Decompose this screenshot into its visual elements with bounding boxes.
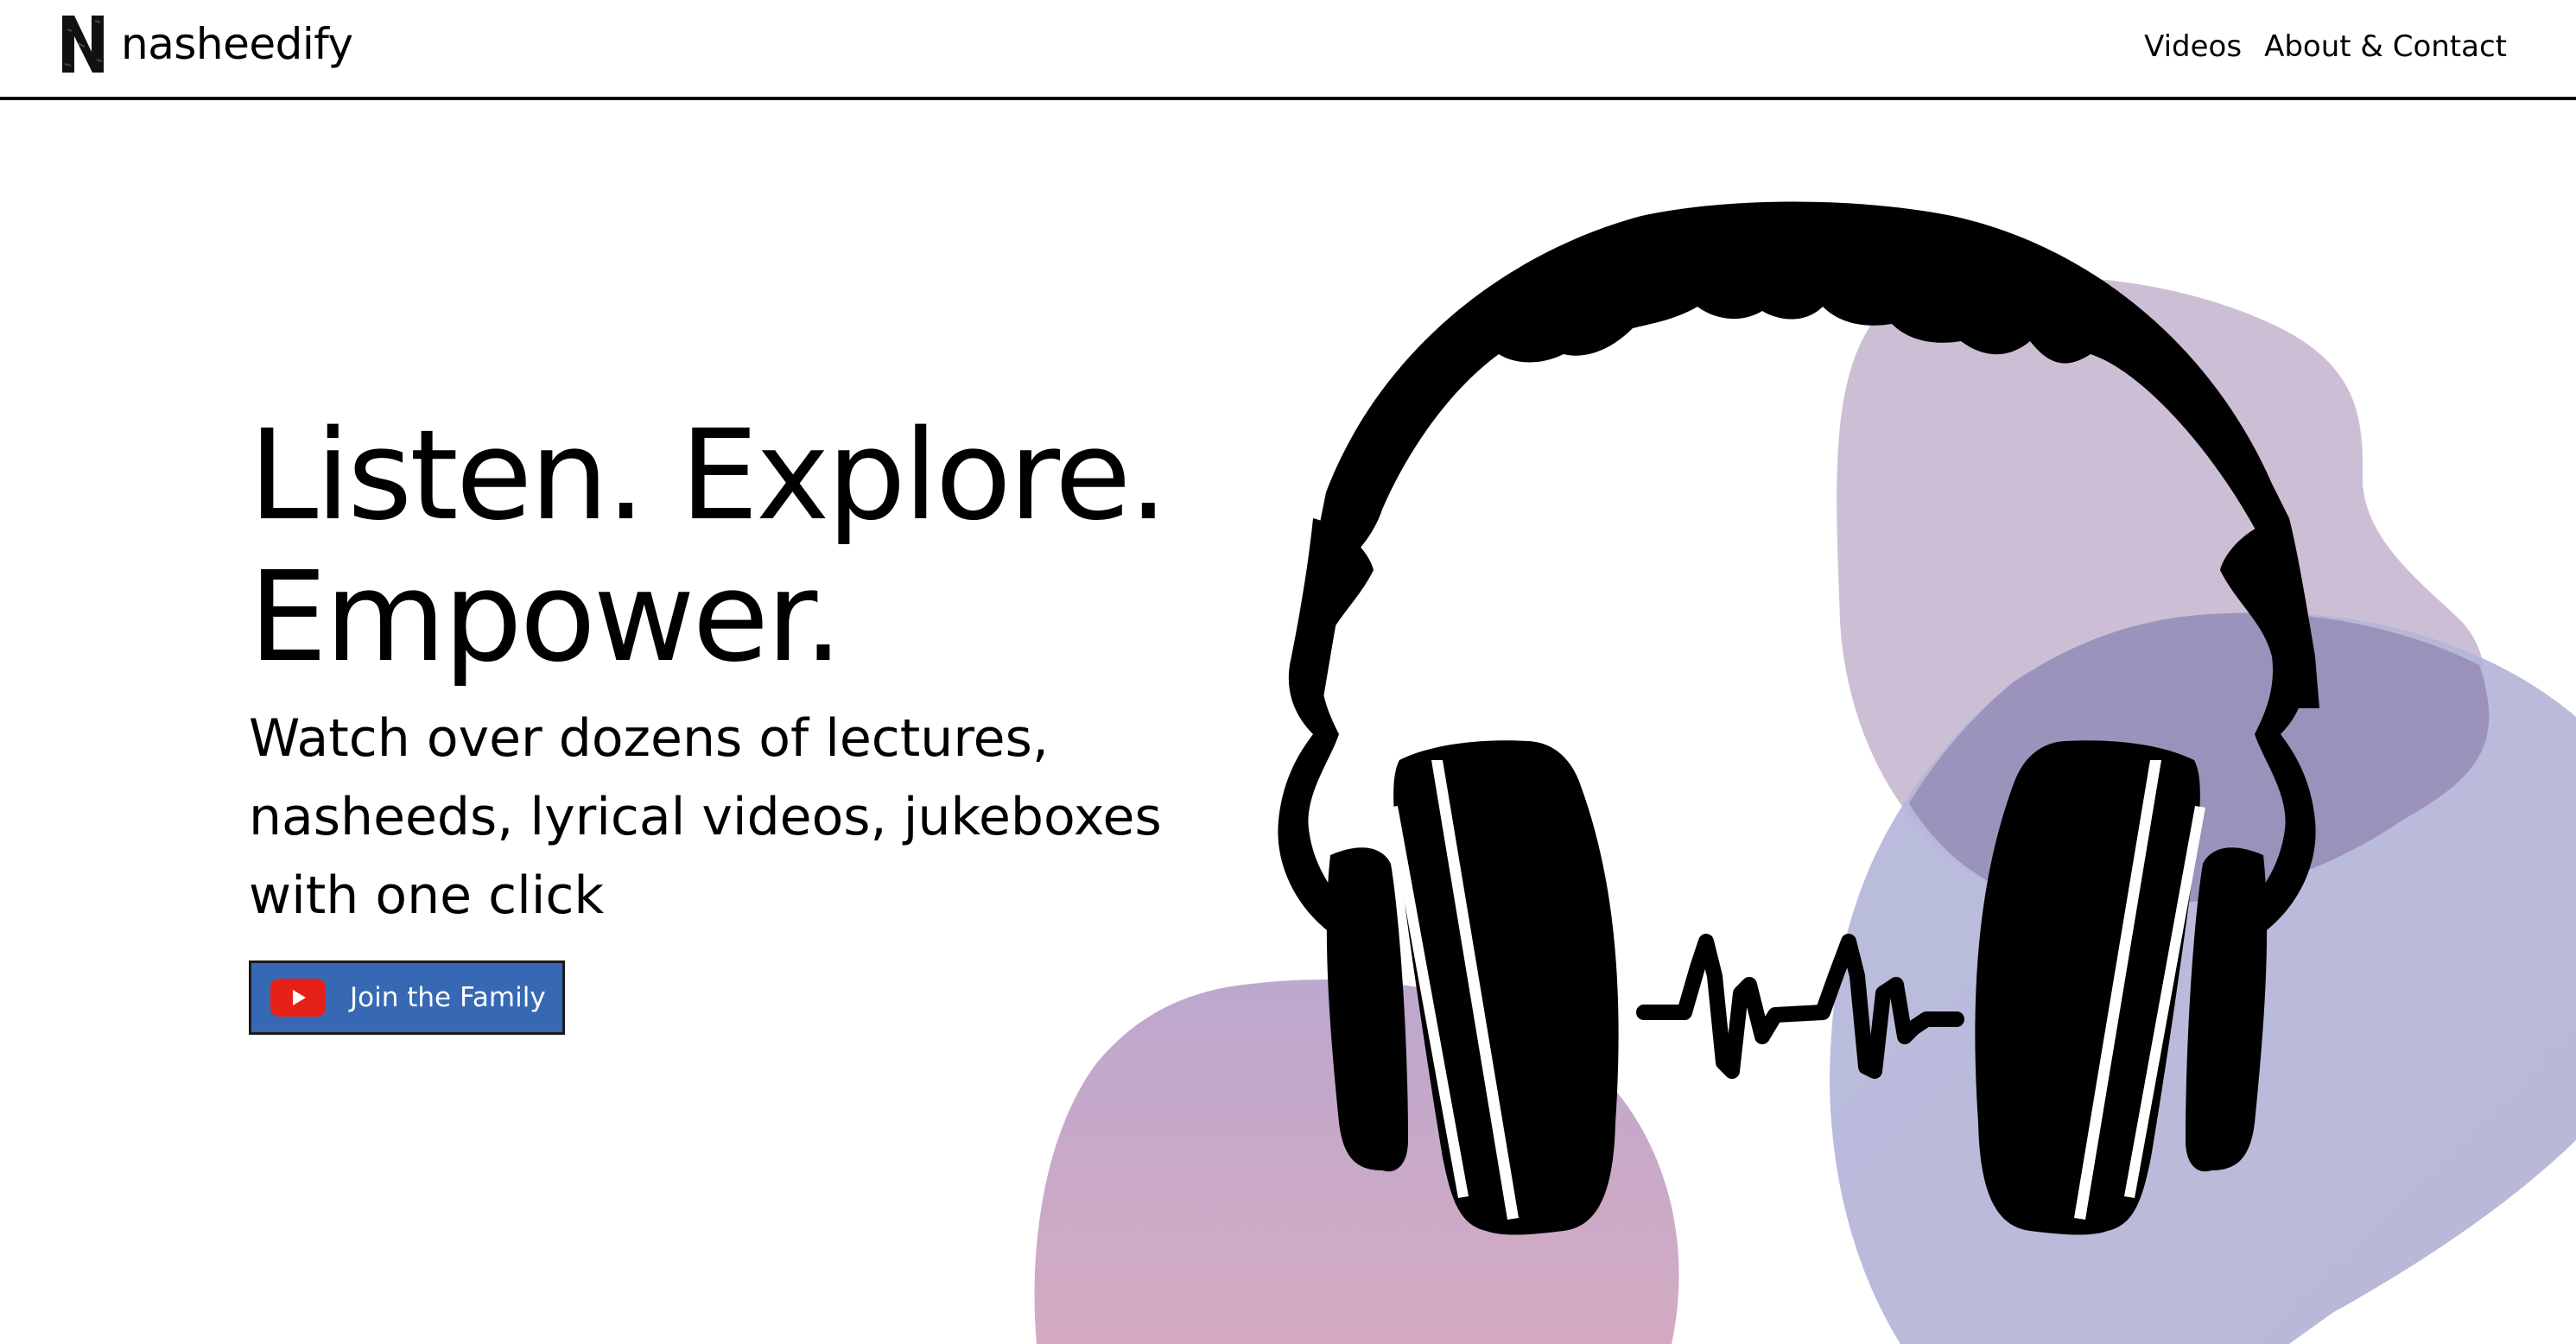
main-nav: Videos About & Contact — [2144, 22, 2507, 71]
hero-subtitle-line-3: with one click — [249, 865, 605, 926]
page: nasheedify Videos About & Contact Listen… — [0, 0, 2576, 1344]
hero-subtitle-line-1: Watch over dozens of lectures, — [249, 708, 1049, 769]
brand-logo-link[interactable]: nasheedify — [60, 12, 353, 76]
join-the-family-button[interactable]: Join the Family — [249, 960, 565, 1035]
nav-link-about-contact[interactable]: About & Contact — [2264, 29, 2507, 64]
hero-subtitle: Watch over dozens of lectures, nasheeds,… — [249, 700, 1242, 935]
hero-headline-line-1: Listen. Explore. — [249, 403, 1168, 548]
hero-headline-line-2: Empower. — [249, 544, 843, 689]
hero-headline: Listen. Explore. Empower. — [249, 404, 1242, 688]
n-logo-icon — [62, 16, 104, 73]
site-header: nasheedify Videos About & Contact — [0, 0, 2576, 100]
hero-section: Listen. Explore. Empower. Watch over doz… — [249, 404, 1242, 935]
youtube-icon — [270, 979, 326, 1017]
nav-link-videos[interactable]: Videos — [2144, 29, 2242, 64]
brand-name: nasheedify — [121, 19, 353, 69]
join-the-family-label: Join the Family — [350, 982, 546, 1013]
hero-subtitle-line-2: nasheeds, lyrical videos, jukeboxes — [249, 787, 1162, 847]
